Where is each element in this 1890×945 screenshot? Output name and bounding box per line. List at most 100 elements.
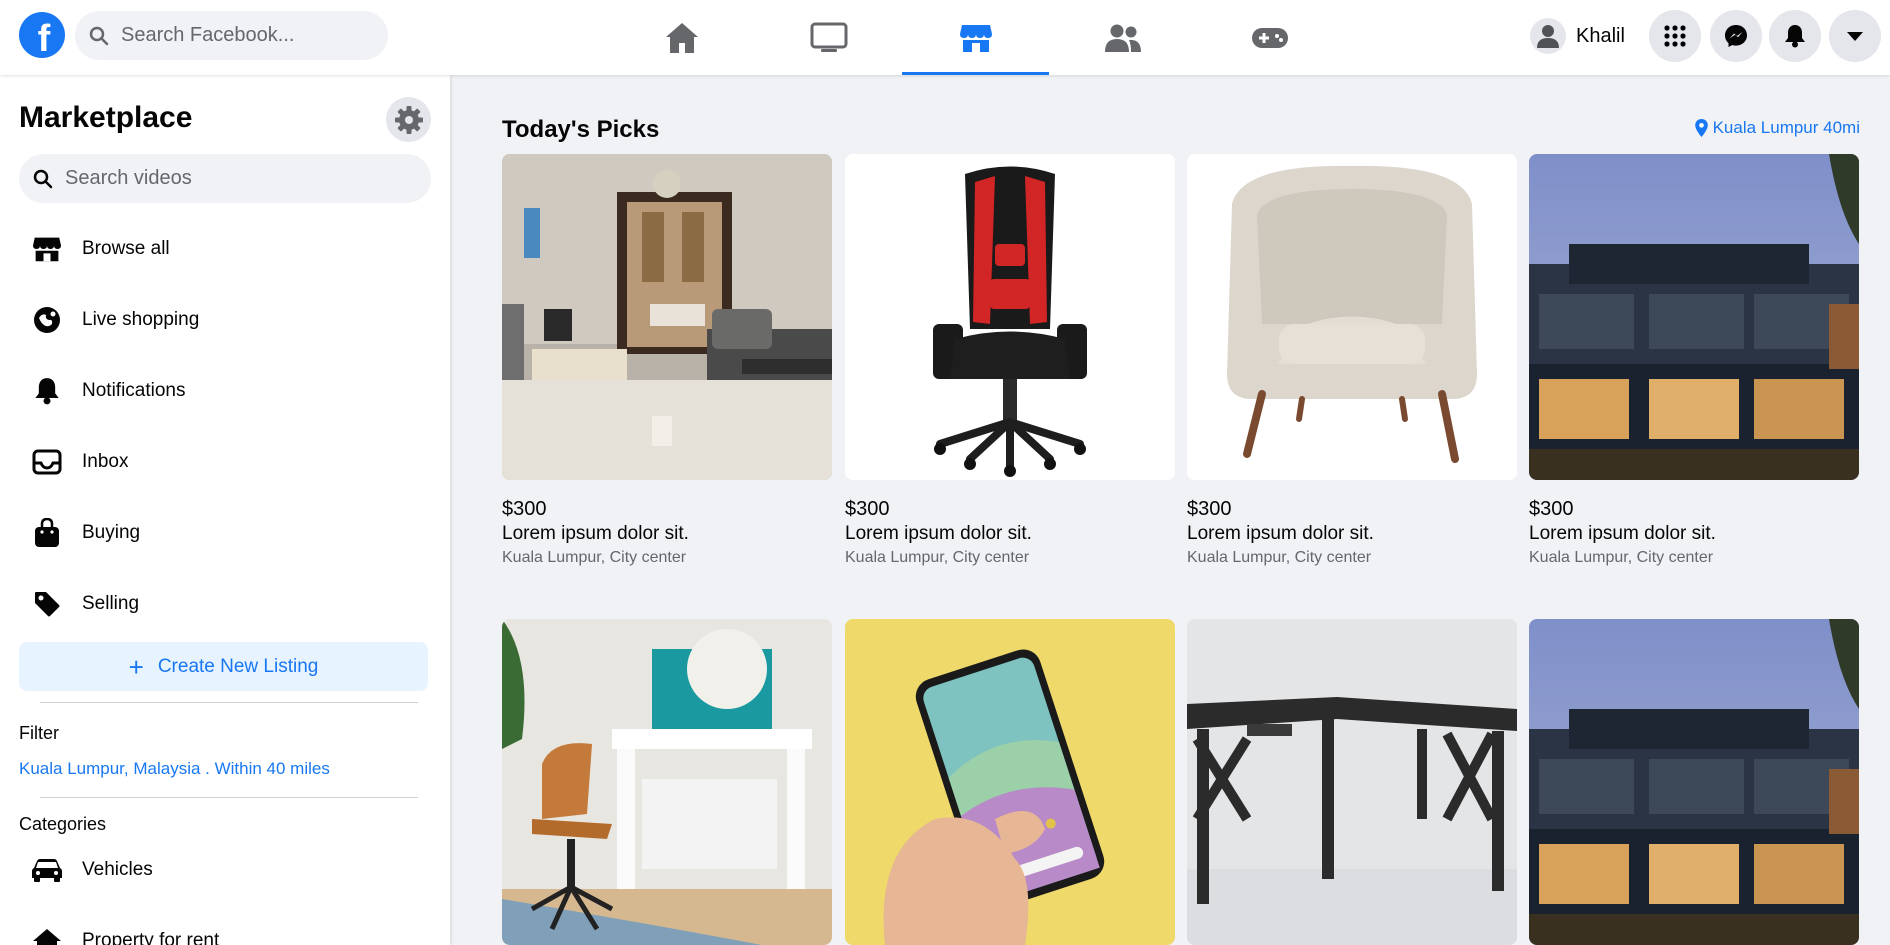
car-icon (27, 850, 67, 890)
listing-card[interactable] (502, 619, 832, 945)
account-button[interactable] (1829, 10, 1881, 62)
plus-icon: + (128, 651, 144, 682)
listing-card[interactable]: $300 Lorem ipsum dolor sit. Kuala Lumpur… (1529, 154, 1859, 567)
category-item-label: Vehicles (82, 859, 153, 880)
sidebar-item-label: Selling (82, 593, 140, 614)
location-pin-icon (1694, 119, 1708, 137)
sidebar-search-input[interactable] (65, 167, 395, 190)
listing-image-modern-house[interactable] (1529, 619, 1859, 945)
listing-price: $300 (502, 498, 547, 520)
listing-image-modern-house[interactable] (1529, 154, 1859, 480)
divider (40, 797, 418, 798)
sidebar-item-selling[interactable]: Selling (19, 574, 431, 634)
sidebar-search-box[interactable] (19, 154, 431, 203)
listing-location: Kuala Lumpur, City center (502, 549, 687, 566)
facebook-search-input[interactable] (121, 24, 361, 47)
listing-image-armchair[interactable] (1187, 154, 1517, 480)
bell-icon (1785, 25, 1805, 48)
people-icon (1104, 24, 1141, 52)
listing-card[interactable]: $300 Lorem ipsum dolor sit. Kuala Lumpur… (845, 154, 1175, 567)
listing-card[interactable]: $300 Lorem ipsum dolor sit. Kuala Lumpur… (502, 154, 832, 567)
location-label: Kuala Lumpur 40mi (1712, 118, 1860, 137)
messenger-button[interactable] (1710, 10, 1762, 62)
tab-marketplace[interactable] (902, 0, 1049, 75)
listing-image-corner-desk[interactable] (1187, 619, 1517, 945)
sidebar-item-label: Buying (82, 522, 141, 543)
menu-grid-icon (1664, 25, 1686, 47)
main-nav-tabs (608, 0, 1343, 75)
sidebar-item-label: Inbox (82, 451, 129, 472)
location-selector[interactable]: Kuala Lumpur 40mi (1694, 118, 1860, 138)
sidebar-item-notifications[interactable]: Notifications (19, 361, 431, 421)
sidebar-item-label: Live shopping (82, 309, 200, 330)
listing-location: Kuala Lumpur, City center (1529, 549, 1714, 566)
tv-icon (810, 22, 847, 52)
user-icon (1537, 25, 1559, 48)
menu-button[interactable] (1649, 10, 1701, 62)
listing-image-desk-with-chair[interactable] (502, 619, 832, 945)
divider (40, 702, 418, 703)
profile-name: Khalil (1576, 24, 1625, 47)
search-icon (89, 26, 109, 45)
tab-watch[interactable] (755, 0, 902, 75)
filter-heading: Filter (19, 723, 59, 743)
facebook-search-box[interactable] (75, 11, 388, 60)
bell-icon (27, 371, 67, 411)
gear-icon (394, 105, 423, 134)
house-icon (27, 921, 67, 945)
sidebar-item-browse-all[interactable]: Browse all (19, 219, 431, 279)
facebook-logo[interactable]: f (19, 12, 65, 60)
avatar (1530, 18, 1566, 54)
listing-card[interactable] (1529, 619, 1859, 945)
listing-image-smartphone-in-hand[interactable] (845, 619, 1175, 945)
listing-title: Lorem ipsum dolor sit. (1529, 523, 1716, 544)
category-item-property-for-rent[interactable]: Property for rent (19, 911, 431, 945)
create-new-listing-button[interactable]: + Create New Listing (19, 642, 428, 691)
store-icon (959, 24, 992, 52)
tab-gaming[interactable] (1196, 0, 1343, 75)
listing-title: Lorem ipsum dolor sit. (1187, 523, 1374, 544)
sidebar-item-buying[interactable]: Buying (19, 503, 431, 563)
listing-price: $300 (1529, 498, 1574, 520)
caret-down-icon (1847, 32, 1863, 41)
settings-button[interactable] (386, 97, 431, 142)
live-shopping-icon (27, 300, 67, 340)
sidebar-title: Marketplace (19, 101, 193, 134)
category-item-label: Property for rent (82, 930, 220, 945)
profile-shortcut[interactable]: Khalil (1530, 13, 1633, 59)
home-icon (665, 22, 698, 53)
tab-groups[interactable] (1049, 0, 1196, 75)
notifications-button[interactable] (1769, 10, 1821, 62)
listing-price: $300 (845, 498, 890, 520)
top-navigation-bar: f Khalil (0, 0, 1890, 75)
store-icon (27, 229, 67, 269)
listing-price: $300 (1187, 498, 1232, 520)
sidebar-item-inbox[interactable]: Inbox (19, 432, 431, 492)
shopping-bag-icon (27, 513, 67, 553)
messenger-icon (1725, 25, 1747, 47)
listing-title: Lorem ipsum dolor sit. (502, 523, 689, 544)
tab-home[interactable] (608, 0, 755, 75)
listing-image-apartment-interior[interactable] (502, 154, 832, 480)
listing-image-gaming-chair[interactable] (845, 154, 1175, 480)
marketplace-sidebar: Marketplace Browse all Live shopping (0, 75, 450, 945)
tag-icon (27, 584, 67, 624)
listing-card[interactable]: $300 Lorem ipsum dolor sit. Kuala Lumpur… (1187, 154, 1517, 567)
inbox-icon (27, 442, 67, 482)
sidebar-item-label: Browse all (82, 238, 170, 259)
categories-heading: Categories (19, 814, 107, 834)
section-title: Today's Picks (502, 116, 660, 143)
location-filter-link[interactable]: Kuala Lumpur, Malaysia . Within 40 miles (19, 759, 330, 779)
listing-card[interactable] (845, 619, 1175, 945)
listing-title: Lorem ipsum dolor sit. (845, 523, 1032, 544)
listing-location: Kuala Lumpur, City center (1187, 549, 1372, 566)
listing-location: Kuala Lumpur, City center (845, 549, 1030, 566)
category-item-vehicles[interactable]: Vehicles (19, 840, 431, 900)
sidebar-item-live-shopping[interactable]: Live shopping (19, 290, 431, 350)
sidebar-item-label: Notifications (82, 380, 186, 401)
search-icon (33, 169, 53, 188)
gamepad-icon (1251, 27, 1288, 48)
create-listing-label: Create New Listing (157, 655, 319, 677)
listing-card[interactable] (1187, 619, 1517, 945)
facebook-logo-letter: f (37, 17, 51, 60)
